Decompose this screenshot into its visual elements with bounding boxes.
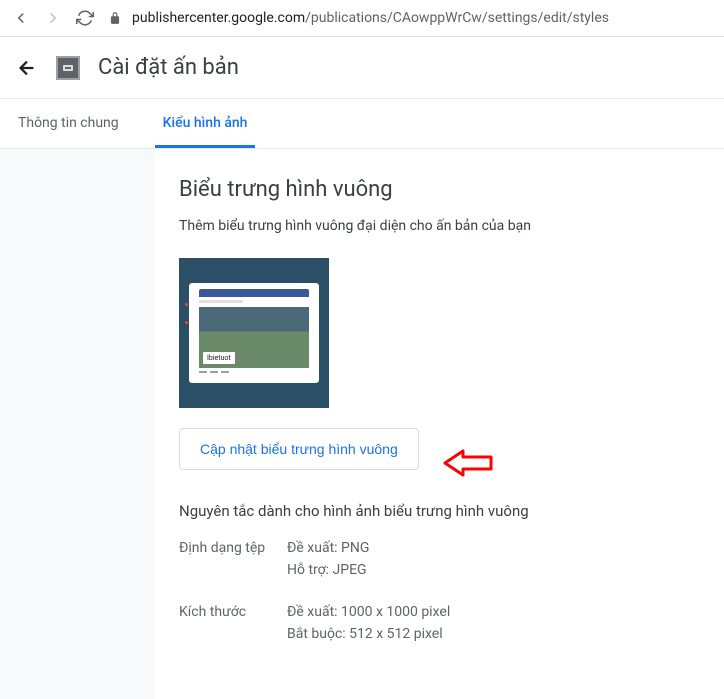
page-title: Cài đặt ấn bản	[98, 55, 239, 80]
browser-toolbar: publishercenter.google.com/publications/…	[0, 0, 724, 37]
spec-label: Kích thước	[179, 604, 287, 648]
tab-image-styles[interactable]: Kiểu hình ảnh	[155, 99, 256, 148]
section-title: Biểu trưng hình vuông	[179, 177, 700, 202]
spec-value: Bắt buộc: 512 x 512 pixel	[287, 626, 700, 642]
address-bar[interactable]: publishercenter.google.com/publications/…	[108, 6, 712, 30]
red-arrow-annotation	[443, 445, 495, 485]
back-nav-icon[interactable]	[12, 9, 30, 27]
reload-icon[interactable]	[76, 9, 94, 27]
spec-value: Hỗ trợ: JPEG	[287, 562, 700, 578]
spec-value: Đề xuất: PNG	[287, 540, 700, 556]
spec-label: Định dạng tệp	[179, 540, 287, 584]
main-content: Biểu trưng hình vuông Thêm biểu trưng hì…	[155, 149, 724, 699]
guidelines-title: Nguyên tắc dành cho hình ảnh biểu trưng …	[179, 502, 700, 520]
lock-icon	[108, 11, 122, 25]
section-description: Thêm biểu trưng hình vuông đại diện cho …	[179, 218, 700, 234]
forward-nav-icon[interactable]	[44, 9, 62, 27]
tabs-bar: Thông tin chung Kiểu hình ảnh	[0, 99, 724, 149]
spec-file-format: Định dạng tệp Đề xuất: PNG Hỗ trợ: JPEG	[179, 540, 700, 584]
tab-general[interactable]: Thông tin chung	[10, 99, 127, 148]
spec-value: Đề xuất: 1000 x 1000 pixel	[287, 604, 700, 620]
preview-badge: Ibietuot	[203, 352, 235, 364]
page-header: Cài đặt ấn bản	[0, 37, 724, 99]
back-arrow-icon[interactable]	[16, 57, 38, 79]
spec-dimensions: Kích thước Đề xuất: 1000 x 1000 pixel Bắ…	[179, 604, 700, 648]
publication-logo-icon	[56, 56, 80, 80]
update-logo-button[interactable]: Cập nhật biểu trưng hình vuông	[179, 428, 419, 470]
url-text: publishercenter.google.com/publications/…	[132, 10, 609, 26]
left-gutter	[0, 149, 155, 699]
logo-preview: Ibietuot	[179, 258, 329, 408]
